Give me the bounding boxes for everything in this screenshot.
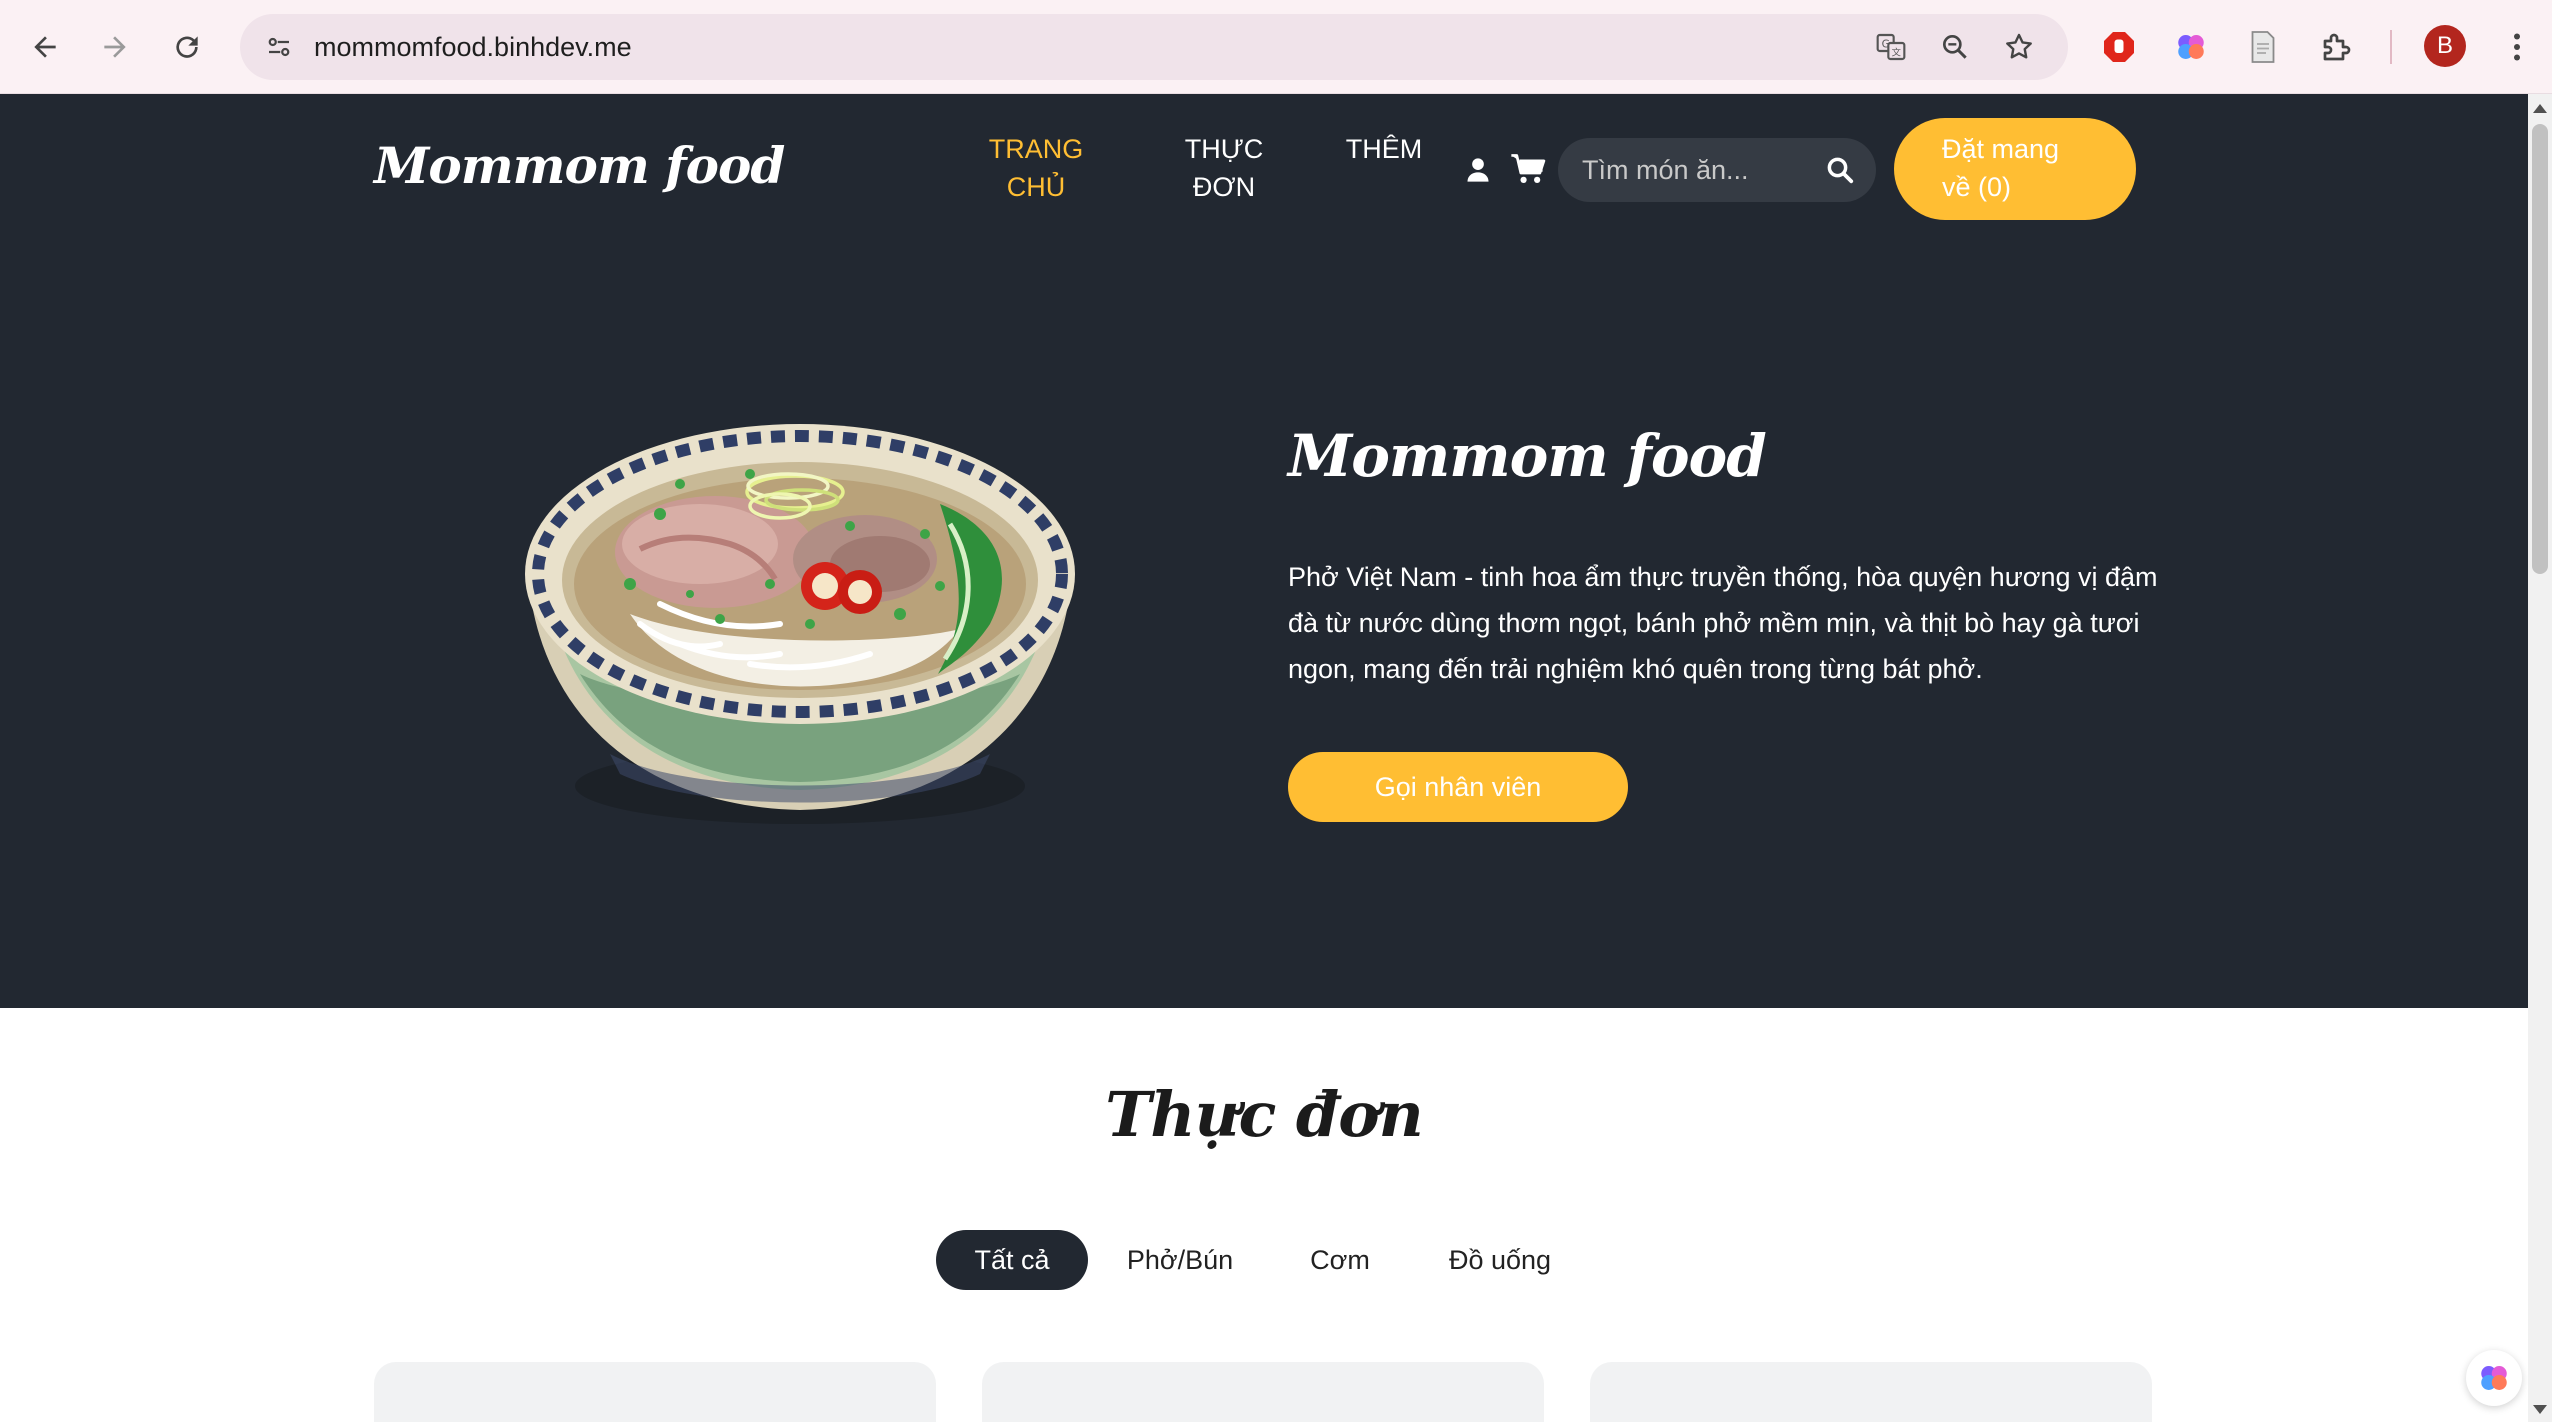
page-scrollbar[interactable]	[2528, 94, 2552, 1422]
translate-button[interactable]: G 文	[1870, 26, 1912, 68]
nav-menu-line2: ĐƠN	[1192, 172, 1256, 202]
search-bar	[1558, 138, 1876, 202]
adblock-icon	[2104, 32, 2134, 62]
search-input[interactable]	[1582, 138, 1822, 202]
hero-section: Mommom food TRANG CHỦ THỰC ĐƠN THÊM Tìm …	[0, 94, 2528, 1008]
floating-extension-button[interactable]	[2466, 1350, 2522, 1406]
user-icon	[1467, 158, 1489, 182]
reload-icon	[176, 36, 198, 58]
document-extension-icon	[2251, 31, 2275, 63]
nav-menu[interactable]: THỰC ĐƠN	[1172, 130, 1276, 206]
search-icon	[1827, 157, 1854, 184]
page-viewport: Mommom food TRANG CHỦ THỰC ĐƠN THÊM Tìm …	[0, 94, 2528, 1422]
url-text[interactable]: mommomfood.binhdev.me	[314, 14, 632, 80]
menu-item-card[interactable]	[374, 1362, 936, 1422]
svg-text:文: 文	[1892, 47, 1901, 59]
profile-avatar[interactable]: B	[2424, 25, 2466, 67]
menu-section-title: Thực đơn	[1105, 1078, 1423, 1151]
filter-pho-bun[interactable]: Phở/Bún	[1108, 1230, 1252, 1290]
zoom-button[interactable]	[1934, 26, 1976, 68]
search-button[interactable]	[1822, 152, 1858, 188]
filter-all[interactable]: Tất cả	[936, 1230, 1088, 1290]
zoom-icon	[1943, 34, 1967, 59]
takeaway-order-line1: Đặt mang	[1942, 134, 2060, 164]
bookmark-star-icon	[2006, 33, 2032, 59]
forward-icon	[104, 36, 126, 58]
nav-menu-line1: THỰC	[1184, 134, 1264, 164]
browser-menu-button[interactable]	[2494, 24, 2540, 70]
scrollbar-thumb[interactable]	[2532, 124, 2548, 574]
nav-home[interactable]: TRANG CHỦ	[982, 130, 1090, 206]
hero-description: Phở Việt Nam - tinh hoa ẩm thực truyền t…	[1288, 562, 2158, 684]
toolbar-divider	[2390, 30, 2392, 64]
site-info-button[interactable]	[256, 24, 302, 70]
hero-title: Mommom food	[1288, 422, 1767, 490]
shopping-cart-icon	[1511, 154, 1546, 183]
takeaway-order-line2: về (0)	[1942, 172, 2012, 202]
nav-home-line2: CHỦ	[1006, 172, 1066, 202]
address-bar[interactable]: mommomfood.binhdev.me G 文	[240, 14, 2068, 80]
bookmark-button[interactable]	[1998, 26, 2040, 68]
pho-bowl-image	[525, 424, 1075, 824]
scroll-down-arrow-icon[interactable]	[2533, 1405, 2547, 1414]
back-button[interactable]	[18, 20, 72, 74]
menu-item-card[interactable]	[1590, 1362, 2152, 1422]
extensions-puzzle-icon	[2323, 33, 2351, 61]
site-info-icon	[268, 37, 290, 57]
brain-extension-icon	[2481, 1366, 2507, 1390]
call-staff-button[interactable]: Gọi nhân viên	[1288, 752, 1628, 822]
filter-com[interactable]: Cơm	[1284, 1230, 1396, 1290]
user-account-button[interactable]	[1462, 154, 1494, 186]
adblock-extension[interactable]	[2096, 24, 2142, 70]
translate-icon: G 文	[1876, 33, 1906, 61]
document-extension[interactable]	[2240, 24, 2286, 70]
cart-button[interactable]	[1508, 148, 1550, 190]
kebab-menu-icon	[2514, 33, 2520, 61]
brain-extension[interactable]	[2168, 24, 2214, 70]
nav-home-line1: TRANG	[988, 134, 1084, 164]
filter-do-uong[interactable]: Đồ uống	[1430, 1230, 1570, 1290]
takeaway-order-button[interactable]: Đặt mang về (0)	[1894, 118, 2136, 220]
back-icon	[34, 36, 56, 58]
reload-button[interactable]	[160, 20, 214, 74]
menu-item-card[interactable]	[982, 1362, 1544, 1422]
scroll-up-arrow-icon[interactable]	[2533, 104, 2547, 113]
nav-more-line1: THÊM	[1345, 134, 1423, 164]
site-logo[interactable]: Mommom food	[374, 136, 785, 195]
extensions-button[interactable]	[2314, 24, 2360, 70]
nav-more[interactable]: THÊM	[1342, 130, 1426, 168]
browser-toolbar: mommomfood.binhdev.me G 文 B	[0, 0, 2552, 94]
brain-extension-icon	[2178, 35, 2204, 59]
forward-button[interactable]	[88, 20, 142, 74]
